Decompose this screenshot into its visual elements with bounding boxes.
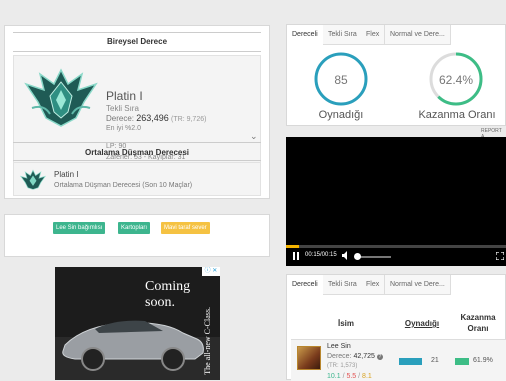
kda-assists: 8.1 — [362, 373, 372, 380]
rank-value: 42,725 — [353, 353, 375, 360]
tab-flex[interactable]: Flex — [361, 25, 386, 45]
column-header-winrate-line1[interactable]: Kazanma — [453, 313, 503, 322]
advertisement[interactable]: Coming soon. The all-new C-Class. ⓘ ✕ — [55, 267, 220, 380]
games-bar-fill — [399, 358, 423, 365]
ad-side-text: The all-new C-Class. — [203, 307, 212, 375]
winrate-swatch — [455, 358, 469, 365]
platinum-emblem-icon — [24, 68, 98, 127]
games-played-value: 85 — [334, 73, 348, 87]
video-progress-bar[interactable] — [286, 245, 506, 248]
pause-icon[interactable] — [293, 252, 300, 260]
divider — [13, 32, 261, 33]
rank-label: Derece: — [327, 353, 352, 360]
tab-flex[interactable]: Flex — [361, 275, 386, 295]
video-progress-fill — [286, 245, 300, 248]
tag-lee-sin-addict[interactable]: Lee Sin bağımlısı — [53, 222, 106, 234]
ranked-stats-panel: Dereceli Tekli Sıra Flex Normal ve Dere.… — [286, 24, 506, 126]
fullscreen-icon[interactable] — [496, 252, 504, 260]
avg-tier-name: Platin I — [54, 170, 79, 179]
games-played-label: Oynadığı — [318, 109, 364, 121]
avg-opponent-title: Ortalama Düşman Derecesi — [84, 148, 190, 157]
winrate-percent: 61.9% — [473, 357, 493, 364]
tag-snowballs[interactable]: Kartopları — [118, 222, 151, 234]
champion-rank-tr: (TR: 1,573) — [327, 363, 358, 369]
top-percent: En iyi %2.0 — [106, 125, 142, 132]
winrate-value: 62.4% — [438, 73, 474, 87]
tab-ranked[interactable]: Dereceli — [287, 25, 324, 45]
avg-opponent-card: Platin I Ortalama Düşman Derecesi (Son 1… — [13, 162, 261, 196]
volume-icon[interactable] — [342, 251, 351, 260]
individual-rank-title: Bireysel Derece — [106, 37, 168, 46]
table-row[interactable]: Lee Sin Derece: 42,725 ? (TR: 1,573) 10.… — [291, 339, 506, 381]
kda-kills: 10.1 — [327, 373, 341, 380]
column-header-played[interactable]: Oynadığı — [399, 319, 445, 328]
column-header-name[interactable]: İsim — [331, 319, 361, 328]
video-time: 00:15/00:15 — [305, 252, 337, 258]
rank-value: 263,496 — [136, 113, 169, 123]
individual-rank-panel: Bireysel Derece Platin I Tekli Sıra Dere… — [4, 25, 270, 199]
ad-close-icon[interactable]: ⓘ ✕ — [202, 267, 220, 276]
lee-sin-avatar[interactable] — [297, 346, 321, 370]
tab-ranked[interactable]: Dereceli — [287, 275, 324, 295]
platinum-emblem-icon — [20, 169, 46, 190]
games-count: 21 — [431, 357, 439, 364]
tab-normal-and-ranked[interactable]: Normal ve Dere... — [385, 25, 451, 45]
chevron-down-icon[interactable]: ⌄ — [250, 131, 258, 142]
tags-panel — [4, 214, 270, 257]
tag-blue-side-lover[interactable]: Mavi taraf sever — [161, 222, 210, 234]
rank-tr: (TR: 9,726) — [171, 116, 207, 123]
winrate-label: Kazanma Oranı — [418, 109, 496, 121]
divider — [13, 51, 261, 52]
video-player[interactable]: 00:15/00:15 — [286, 137, 506, 266]
tier-name: Platin I — [106, 89, 143, 103]
rank-label: Derece: — [106, 114, 135, 123]
tab-normal-and-ranked[interactable]: Normal ve Dere... — [385, 275, 451, 295]
champion-name[interactable]: Lee Sin — [327, 343, 351, 350]
divider — [13, 142, 261, 143]
volume-slider[interactable] — [357, 256, 391, 258]
tab-solo-queue[interactable]: Tekli Sıra — [323, 25, 363, 45]
volume-knob[interactable] — [354, 253, 361, 260]
help-icon[interactable]: ? — [376, 354, 383, 360]
tab-solo-queue[interactable]: Tekli Sıra — [323, 275, 363, 295]
champion-stats-panel: Dereceli Tekli Sıra Flex Normal ve Dere.… — [286, 274, 506, 381]
champion-rank-line: Derece: 42,725 ? — [327, 353, 383, 360]
kda: 10.1 / 5.5 / 8.1 — [327, 373, 372, 380]
divider — [13, 160, 261, 161]
queue-label: Tekli Sıra — [106, 104, 139, 113]
avg-opponent-desc: Ortalama Düşman Derecesi (Son 10 Maçlar) — [54, 182, 193, 189]
rank-line: Derece: 263,496 (TR: 9,726) — [106, 113, 206, 123]
column-header-winrate-line2[interactable]: Oranı — [453, 324, 503, 333]
kda-deaths: 5.5 — [346, 373, 357, 380]
